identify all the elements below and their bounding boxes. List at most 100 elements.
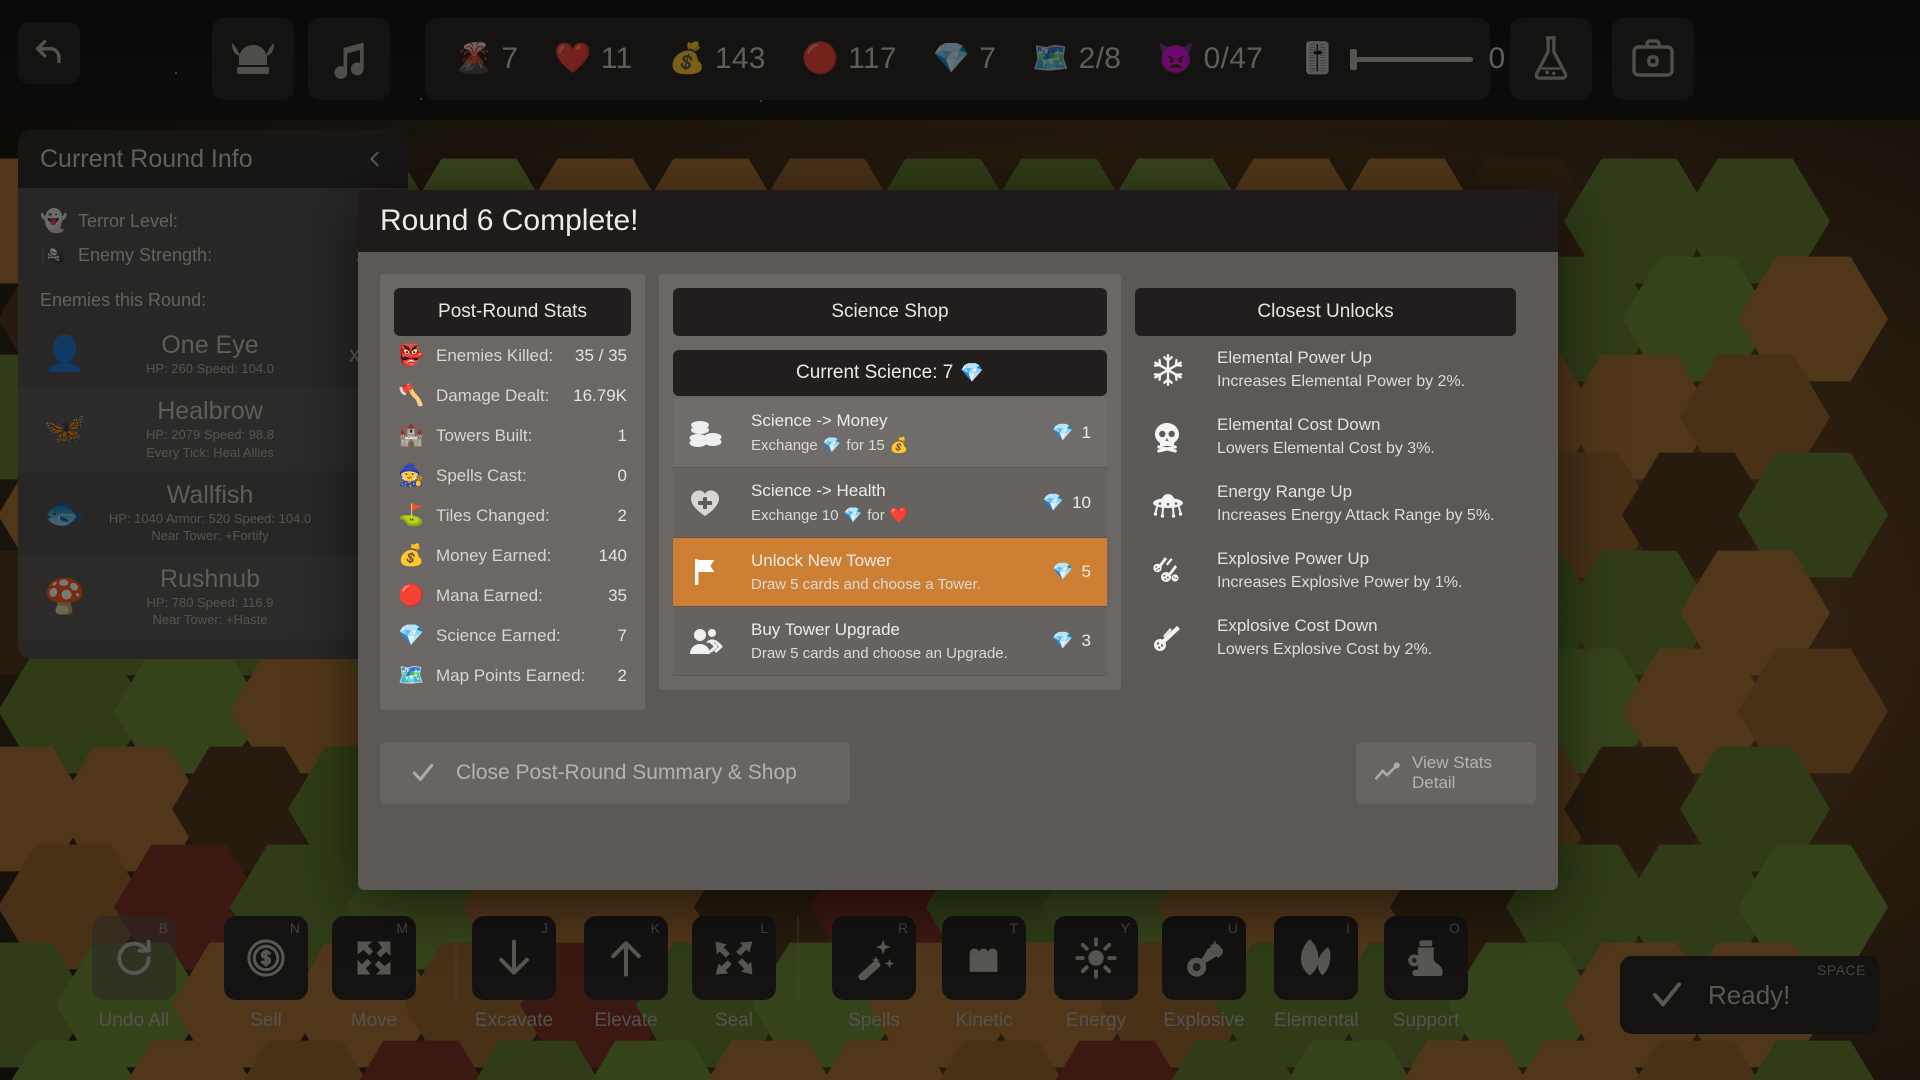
stat-value: 1 [617,426,627,445]
shop-item-cost: 💎 10 [1035,493,1091,513]
stat-label: Mana Earned: [436,586,543,605]
view-stats-detail-label: View Stats Detail [1412,753,1493,792]
science-shop-panel: Science Shop Current Science: 7 💎 Scienc… [659,274,1121,690]
shop-item-cost: 💎 1 [1035,423,1091,443]
table-row: 🗺️ Map Points Earned: 2 [394,656,631,696]
unlock-name: Explosive Power Up [1217,549,1370,568]
table-row: 💎 Science Earned: 7 [394,616,631,656]
coins-icon: 💰 [398,544,425,567]
shop-item-description: Draw 5 cards and choose an Upgrade. [751,645,1019,662]
shop-item-cost-value: 5 [1081,562,1091,581]
unlock-description: Lowers Explosive Cost by 2%. [1217,641,1433,658]
shop-item-desc-mid: for 15 [846,436,885,454]
meteor-icon [1151,622,1199,654]
list-item: Explosive Power Up Increases Explosive Po… [1135,537,1516,604]
shop-item-cost-value: 1 [1081,422,1091,442]
shop-item-name: Science -> Health [751,481,886,500]
shop-item[interactable]: Unlock New Tower Draw 5 cards and choose … [673,538,1107,607]
people-upgrade-icon [689,626,735,656]
shop-item-description: Draw 5 cards and choose a Tower. [751,576,1019,593]
post-round-stats-header: Post-Round Stats [394,288,631,336]
shop-item-name: Buy Tower Upgrade [751,620,900,639]
unlock-description: Increases Explosive Power by 1%. [1217,574,1463,591]
stats-list: 👺 Enemies Killed: 35 / 35 🪓 Damage Dealt: 16.… [394,336,631,696]
modal-title: Round 6 Complete! [380,204,639,237]
line-chart-icon [1374,762,1400,784]
table-row: 👺 Enemies Killed: 35 / 35 [394,336,631,376]
ufo-icon [1151,489,1199,519]
diamond-icon: 💎 [822,437,842,454]
diamond-icon: 💎 [1042,492,1065,512]
unlock-name: Energy Range Up [1217,482,1353,501]
table-row: 🔴 Mana Earned: 35 [394,576,631,616]
shop-item-cost-value: 3 [1081,631,1091,650]
shop-item-cost: 💎 3 [1035,631,1091,651]
meteors-icon [1151,555,1199,587]
shop-item-desc-text: Exchange [751,436,818,454]
shop-item[interactable]: Science -> Money Exchange 💎 for 15 💰 💎 1 [673,398,1107,468]
unlock-name: Explosive Cost Down [1217,616,1378,635]
stat-value: 16.79K [573,386,627,405]
tile-flag-icon: ⛳ [398,504,425,527]
stat-label: Towers Built: [436,426,533,445]
mana-gem-icon: 🔴 [398,584,425,607]
diamond-icon: 💎 [960,363,985,384]
stat-value: 7 [617,626,627,645]
stat-value: 35 / 35 [575,346,627,365]
enemy-head-icon: 👺 [398,344,425,367]
stat-value: 35 [608,586,627,605]
modal-footer: Close Post-Round Summary & Shop View Sta… [358,724,1558,822]
table-row: ⛳ Tiles Changed: 2 [394,496,631,536]
shop-item-description: Exchange 💎 for 15 💰 [751,436,1019,455]
table-row: 💰 Money Earned: 140 [394,536,631,576]
stat-label: Enemies Killed: [436,346,554,365]
closest-unlocks-header: Closest Unlocks [1135,288,1516,336]
shop-item-desc-mid: for [867,506,885,524]
check-icon [408,760,438,786]
unlocks-list: Elemental Power Up Increases Elemental Po… [1135,336,1516,671]
stat-value: 140 [598,546,627,565]
list-item: Elemental Power Up Increases Elemental Po… [1135,336,1516,403]
list-item: Explosive Cost Down Lowers Explosive Cost… [1135,604,1516,671]
stat-label: Map Points Earned: [436,666,586,685]
shop-item[interactable]: Buy Tower Upgrade Draw 5 cards and choose… [673,607,1107,676]
diamond-icon: 💎 [1052,562,1074,581]
flag-icon [689,556,735,588]
stat-label: Spells Cast: [436,466,527,485]
view-stats-detail-button[interactable]: View Stats Detail [1356,742,1536,804]
shop-item-name: Science -> Money [751,411,888,430]
unlock-name: Elemental Cost Down [1217,415,1381,434]
unlock-name: Elemental Power Up [1217,348,1372,367]
current-science-label: Current Science: 7 [795,362,954,383]
close-post-round-button[interactable]: Close Post-Round Summary & Shop [380,742,850,804]
diamond-icon: 💎 [1052,631,1074,650]
coin-stack-icon [689,418,735,448]
shop-item-cost-value: 10 [1072,492,1091,512]
modal-header: Round 6 Complete! [358,190,1558,252]
table-row: 🏰 Towers Built: 1 [394,416,631,456]
snowflake-icon [1151,353,1199,387]
stat-label: Money Earned: [436,546,552,565]
closest-unlocks-panel: Closest Unlocks Elemental Power Up Increa… [1135,274,1516,671]
diamond-icon: 💎 [1052,422,1074,442]
game-screen: 🌋 7 ❤️ 11 💰 143 🔴 117 💎 7 🗺️ 2/8 [0,0,1920,1080]
coins-icon: 💰 [889,437,909,454]
table-row: 🪓 Damage Dealt: 16.79K [394,376,631,416]
stat-label: Science Earned: [436,626,561,645]
diamond-icon: 💎 [843,507,863,524]
current-science-banner: Current Science: 7 💎 [673,350,1107,396]
shop-item[interactable]: Science -> Health Exchange 10 💎 for ❤️ 💎 10 [673,468,1107,538]
shop-item-name: Unlock New Tower [751,551,892,570]
stat-value: 0 [617,466,627,485]
stat-value: 2 [617,506,627,525]
stat-label: Tiles Changed: [436,506,550,525]
shop-item-cost: 💎 5 [1035,562,1091,582]
map-icon: 🗺️ [398,664,425,687]
table-row: 🧙 Spells Cast: 0 [394,456,631,496]
list-item: Energy Range Up Increases Energy Attack R… [1135,470,1516,537]
shop-item-desc-text: Exchange 10 [751,506,839,524]
wizard-hat-icon: 🧙 [398,464,425,487]
shop-item-desc-text: Draw 5 cards and choose a Tower. [751,576,981,593]
close-post-round-label: Close Post-Round Summary & Shop [456,761,797,784]
post-round-modal: Round 6 Complete! Post-Round Stats 👺 Enem… [358,190,1558,890]
